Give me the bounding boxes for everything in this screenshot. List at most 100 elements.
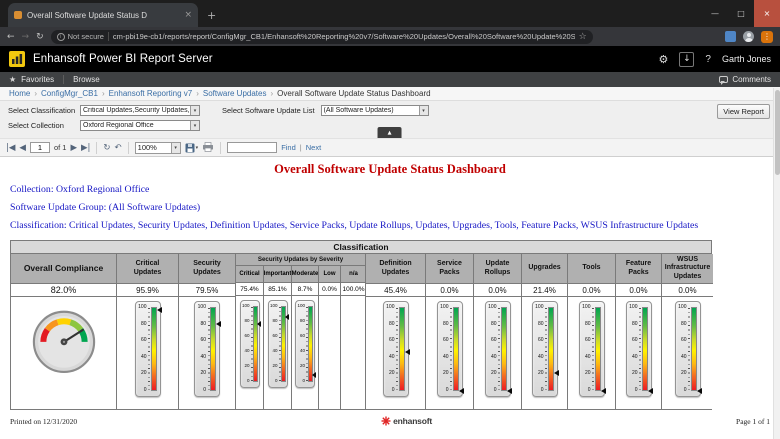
find-link[interactable]: Find xyxy=(281,143,296,152)
page-number-input[interactable] xyxy=(30,142,50,153)
print-button[interactable] xyxy=(202,139,214,157)
column-value: 75.4% xyxy=(236,283,263,296)
column-header: Low xyxy=(319,266,340,283)
severity-group-header: Security Updates by Severity xyxy=(236,254,365,266)
window-close-button[interactable]: × xyxy=(754,0,780,27)
favorites-star-icon: ★ xyxy=(9,75,16,84)
download-icon[interactable]: ↓ xyxy=(679,52,694,67)
severity-low: Low 0.0% xyxy=(318,266,340,409)
security-chip[interactable]: i Not secure xyxy=(57,32,104,41)
forward-icon[interactable]: → xyxy=(22,32,30,42)
scrollbar[interactable] xyxy=(773,88,780,439)
linear-gauge: 100806040200 xyxy=(485,301,511,397)
column-value: 100.0% xyxy=(341,283,366,296)
zoom-dropdown[interactable]: 100% ▾ xyxy=(135,142,181,154)
column-upgrades: Upgrades 21.4% 100806040200 xyxy=(521,254,567,409)
gear-icon[interactable]: ⚙ xyxy=(659,53,669,66)
help-icon[interactable]: ? xyxy=(705,54,711,65)
chevron-down-icon: ▾ xyxy=(171,143,180,153)
next-page-button[interactable]: ▶ xyxy=(70,143,77,153)
tab-close-icon[interactable]: × xyxy=(184,10,192,20)
column-value: 0.0% xyxy=(568,284,615,297)
classification-label: Select Classification xyxy=(8,106,80,115)
column-header: Moderate xyxy=(292,266,318,283)
report-footer: Printed on 12/31/2020 enhansoft Page 1 o… xyxy=(0,416,780,426)
app-header-actions: ⚙ ↓ ? Garth Jones xyxy=(659,52,771,67)
column-header: Overall Compliance xyxy=(11,254,116,284)
enhansoft-logo-text: enhansoft xyxy=(393,416,432,426)
classification-dropdown[interactable]: Critical Updates,Security Updates, ▾ xyxy=(80,105,200,116)
new-tab-button[interactable]: + xyxy=(207,9,216,22)
view-report-button[interactable]: View Report xyxy=(717,104,770,119)
export-save-icon[interactable]: ▾ xyxy=(185,143,199,153)
comments-button[interactable]: Comments xyxy=(719,75,771,84)
column-tools: Tools 0.0% 100806040200 xyxy=(567,254,615,409)
extension-icon[interactable] xyxy=(725,31,736,42)
find-input[interactable] xyxy=(227,142,277,153)
breadcrumb-configmgr[interactable]: ConfigMgr_CB1 xyxy=(41,89,98,98)
nav-browse[interactable]: Browse xyxy=(73,75,100,84)
breadcrumb-home[interactable]: Home xyxy=(9,89,30,98)
omnibox-divider xyxy=(108,32,109,41)
back-to-parent-icon[interactable]: ↶ xyxy=(115,143,122,153)
browser-tab-bar: Overall Software Update Status D × + — □… xyxy=(0,0,780,27)
user-name[interactable]: Garth Jones xyxy=(722,54,771,64)
parameter-panel: Select Classification Critical Updates,S… xyxy=(0,101,780,139)
column-definition-updates: Definition Updates 45.4% 100806040200 xyxy=(365,254,425,409)
column-header: Tools xyxy=(568,254,615,284)
profile-avatar-icon[interactable] xyxy=(743,31,754,42)
browser-action-icons: ⋮ xyxy=(725,31,773,43)
browser-menu-icon[interactable]: ⋮ xyxy=(761,31,773,43)
breadcrumb-enhansoft-reporting[interactable]: Enhansoft Reporting v7 xyxy=(109,89,193,98)
severity-critical: Critical 75.4% 100806040200 xyxy=(236,266,263,409)
refresh-report-icon[interactable]: ↻ xyxy=(103,143,110,153)
column-feature-packs: Feature Packs 0.0% 100806040200 xyxy=(615,254,661,409)
column-header: Important xyxy=(264,266,291,283)
info-icon: i xyxy=(57,33,65,41)
breadcrumb-software-updates[interactable]: Software Updates xyxy=(203,89,267,98)
back-icon[interactable]: ← xyxy=(7,32,15,42)
collection-dropdown[interactable]: Oxford Regional Office ▾ xyxy=(80,120,200,131)
collection-label: Select Collection xyxy=(8,121,80,130)
previous-page-button[interactable]: ◀ xyxy=(19,143,26,153)
linear-gauge: 100806040200 xyxy=(194,301,220,397)
window-minimize-button[interactable]: — xyxy=(702,0,728,27)
linear-gauge: 100806040200 xyxy=(240,300,260,388)
chevron-down-icon: ▾ xyxy=(419,106,428,115)
chevron-down-icon: ▾ xyxy=(196,145,199,151)
linear-gauge: 100806040200 xyxy=(268,300,288,388)
linear-gauge: 100806040200 xyxy=(437,301,463,397)
linear-gauge: 100806040200 xyxy=(675,301,701,397)
column-header: Critical xyxy=(236,266,263,283)
next-link[interactable]: Next xyxy=(306,143,321,152)
scrollbar-thumb[interactable] xyxy=(775,90,780,175)
url-omnibox[interactable]: i Not secure cm-pbi19e-cb1/reports/repor… xyxy=(51,30,593,44)
first-page-button[interactable]: |◀ xyxy=(6,143,15,153)
last-page-button[interactable]: ▶| xyxy=(81,143,90,153)
classification-table: Classification Overall Compliance 82.0% xyxy=(10,240,712,410)
parameter-collapse-toggle[interactable]: ▲ xyxy=(378,127,402,138)
enhansoft-star-icon xyxy=(381,416,391,426)
window-maximize-button[interactable]: □ xyxy=(728,0,754,27)
nav-favorites[interactable]: Favorites xyxy=(21,75,54,84)
breadcrumb-separator: › xyxy=(196,89,199,98)
column-update-rollups: Update Rollups 0.0% 100806040200 xyxy=(473,254,521,409)
column-security-updates: Security Updates 79.5% 100806040200 xyxy=(178,254,235,409)
browser-tab[interactable]: Overall Software Update Status D × xyxy=(8,3,198,27)
refresh-icon[interactable]: ↻ xyxy=(36,32,44,42)
column-header: Feature Packs xyxy=(616,254,661,284)
software-update-list-dropdown[interactable]: (All Software Updates) ▾ xyxy=(321,105,429,116)
column-value: 45.4% xyxy=(366,284,425,297)
column-header: Critical Updates xyxy=(117,254,178,284)
column-header: Service Packs xyxy=(426,254,473,284)
chevron-down-icon: ▾ xyxy=(190,121,199,130)
column-value: 85.1% xyxy=(264,283,291,296)
report-viewer-toolbar: |◀ ◀ of 1 ▶ ▶| ↻ ↶ 100% ▾ ▾ xyxy=(0,139,780,157)
bookmark-star-icon[interactable]: ☆ xyxy=(579,32,587,42)
column-service-packs: Service Packs 0.0% 100806040200 xyxy=(425,254,473,409)
column-header: n/a xyxy=(341,266,366,283)
url-text: cm-pbi19e-cb1/reports/report/ConfigMgr_C… xyxy=(113,32,575,41)
browser-address-bar: ← → ↻ i Not secure cm-pbi19e-cb1/reports… xyxy=(0,27,780,46)
comments-label: Comments xyxy=(732,75,771,84)
linear-gauge: 100806040200 xyxy=(626,301,652,397)
